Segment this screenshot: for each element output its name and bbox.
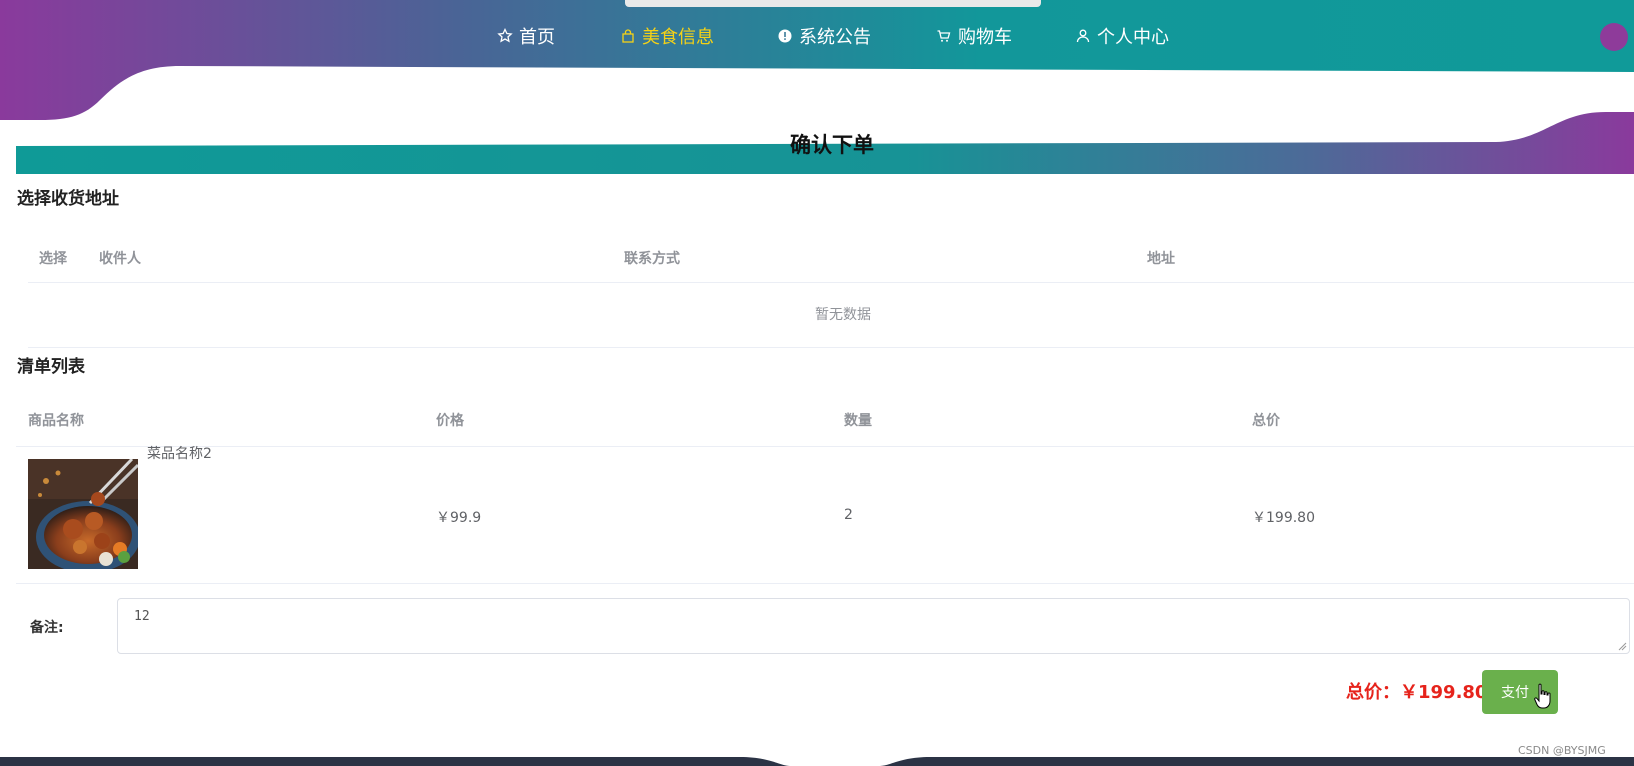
hand-cursor-icon [1534, 683, 1551, 709]
address-table-header: 选择 收件人 联系方式 地址 [28, 236, 1634, 283]
resize-grip-icon[interactable] [1617, 641, 1627, 651]
remark-textarea[interactable]: 12 [117, 598, 1630, 654]
nav-item-label: 系统公告 [799, 27, 871, 48]
order-total: 总价：￥199.80 [1346, 682, 1488, 703]
nav-item-home[interactable]: 首页 [497, 18, 555, 54]
column-header-price: 价格 [436, 413, 464, 429]
empty-text: 暂无数据 [815, 307, 871, 323]
bag-icon [620, 28, 636, 44]
user-icon [1075, 28, 1091, 44]
total-cell: ￥199.80 [1252, 510, 1315, 526]
nav-item-announcements[interactable]: 系统公告 [777, 18, 871, 54]
address-empty-row: 暂无数据 [28, 283, 1634, 348]
order-section-title: 清单列表 [17, 357, 85, 377]
nav-item-label: 首页 [519, 27, 555, 48]
address-section-title: 选择收货地址 [17, 189, 119, 209]
column-header-recipient: 收件人 [99, 251, 141, 267]
dish-name: 菜品名称2 [147, 446, 212, 462]
column-header-quantity: 数量 [844, 413, 872, 429]
price-cell: ￥99.9 [436, 510, 482, 526]
alert-icon [777, 28, 793, 44]
avatar[interactable] [1600, 23, 1628, 51]
star-icon [497, 28, 513, 44]
main-nav: 首页 美食信息 系统公告 购物车 个人中心 [0, 18, 1634, 54]
column-header-contact: 联系方式 [624, 251, 680, 267]
remark-label: 备注: [30, 620, 64, 636]
nav-item-label: 个人中心 [1097, 27, 1169, 48]
dish-image [28, 459, 138, 569]
page: 首页 美食信息 系统公告 购物车 个人中心 确认下单 选择收货地址 选择 收件人… [0, 0, 1634, 766]
cart-icon [936, 28, 952, 44]
browser-top-tab [625, 0, 1041, 7]
column-header-address: 地址 [1147, 251, 1175, 267]
nav-item-label: 购物车 [958, 27, 1012, 48]
order-table-header: 商品名称 价格 数量 总价 [16, 396, 1634, 447]
nav-item-food-info[interactable]: 美食信息 [620, 18, 714, 54]
column-header-select: 选择 [39, 251, 67, 267]
footer-background [0, 757, 1634, 766]
pay-button-label: 支付 [1501, 685, 1529, 701]
nav-item-profile[interactable]: 个人中心 [1075, 18, 1169, 54]
page-title: 确认下单 [790, 133, 874, 157]
nav-item-cart[interactable]: 购物车 [936, 18, 1012, 54]
quantity-cell: 2 [844, 507, 853, 523]
column-header-product: 商品名称 [28, 413, 84, 429]
remark-value: 12 [134, 609, 150, 624]
table-row: 菜品名称2 ￥99.9 2 ￥199.80 [16, 447, 1634, 584]
column-header-total: 总价 [1252, 413, 1280, 429]
nav-item-label: 美食信息 [642, 27, 714, 48]
